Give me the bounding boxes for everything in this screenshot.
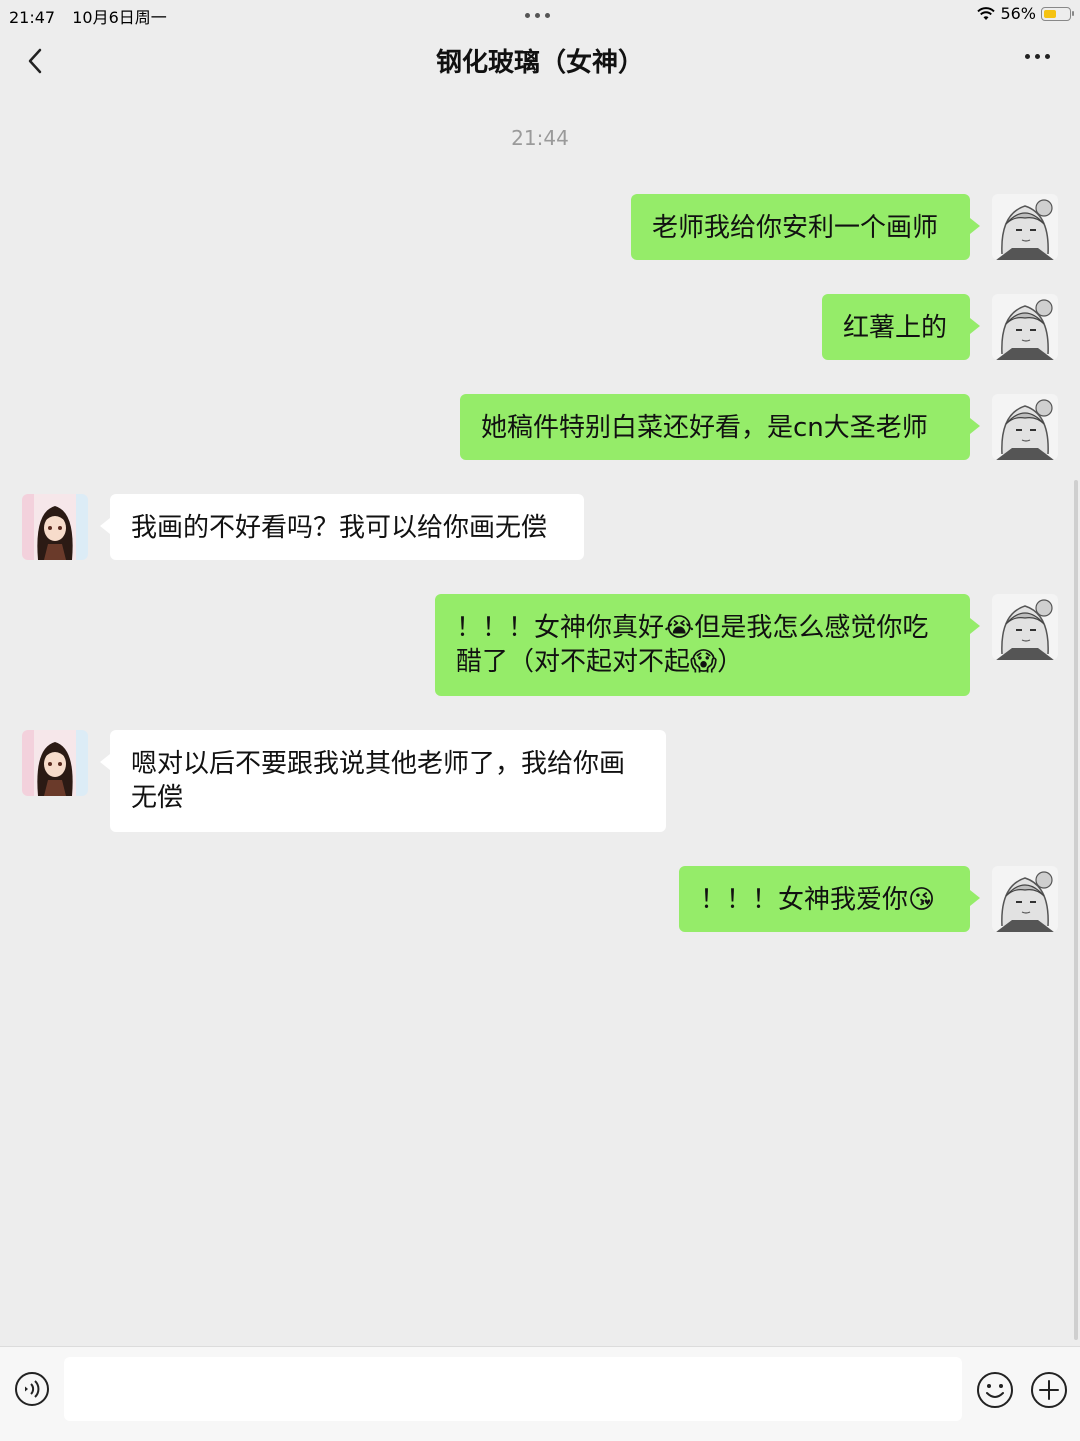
wifi-icon bbox=[977, 6, 996, 20]
self-avatar[interactable] bbox=[992, 866, 1058, 932]
status-date: 10月6日周一 bbox=[72, 8, 167, 27]
self-avatar[interactable] bbox=[992, 594, 1058, 660]
scrollbar[interactable] bbox=[1074, 480, 1078, 1340]
message-bubble[interactable]: 老师我给你安利一个画师 bbox=[631, 194, 980, 260]
voice-input-icon[interactable] bbox=[14, 1371, 50, 1407]
status-right: 56% bbox=[977, 4, 1074, 23]
self-avatar[interactable] bbox=[992, 394, 1058, 460]
message-input[interactable] bbox=[64, 1357, 962, 1421]
message-bubble[interactable]: 我画的不好看吗？我可以给你画无偿 bbox=[100, 494, 584, 560]
plus-icon[interactable] bbox=[1030, 1371, 1068, 1409]
emoji-icon[interactable] bbox=[976, 1371, 1014, 1409]
battery-fill bbox=[1044, 9, 1056, 18]
status-bar: 21:47 10月6日周一 56% bbox=[0, 0, 1080, 28]
status-time: 21:47 bbox=[9, 8, 56, 27]
more-options-icon[interactable] bbox=[1025, 54, 1050, 59]
battery-icon bbox=[1041, 6, 1074, 21]
message-bubble[interactable]: 嗯对以后不要跟我说其他老师了，我给你画无偿 bbox=[100, 730, 666, 832]
contact-avatar[interactable] bbox=[22, 730, 88, 796]
status-left: 21:47 10月6日周一 bbox=[9, 4, 179, 28]
self-avatar[interactable] bbox=[992, 194, 1058, 260]
multitask-dots-icon[interactable] bbox=[525, 13, 550, 18]
battery-percent: 56% bbox=[1000, 4, 1036, 23]
nav-bar: 钢化玻璃（女神） bbox=[0, 28, 1080, 94]
self-avatar[interactable] bbox=[992, 294, 1058, 360]
message-bubble[interactable]: 红薯上的 bbox=[822, 294, 980, 360]
message-bubble[interactable]: 她稿件特别白菜还好看，是cn大圣老师 bbox=[460, 394, 980, 460]
message-timestamp: 21:44 bbox=[511, 126, 569, 150]
chat-title: 钢化玻璃（女神） bbox=[435, 48, 644, 78]
input-bar bbox=[0, 1346, 1080, 1441]
message-bubble[interactable]: ！！！女神我爱你😘 bbox=[679, 866, 980, 932]
message-bubble[interactable]: ！！！女神你真好😭但是我怎么感觉你吃醋了（对不起对不起😱） bbox=[435, 594, 980, 696]
contact-avatar[interactable] bbox=[22, 494, 88, 560]
